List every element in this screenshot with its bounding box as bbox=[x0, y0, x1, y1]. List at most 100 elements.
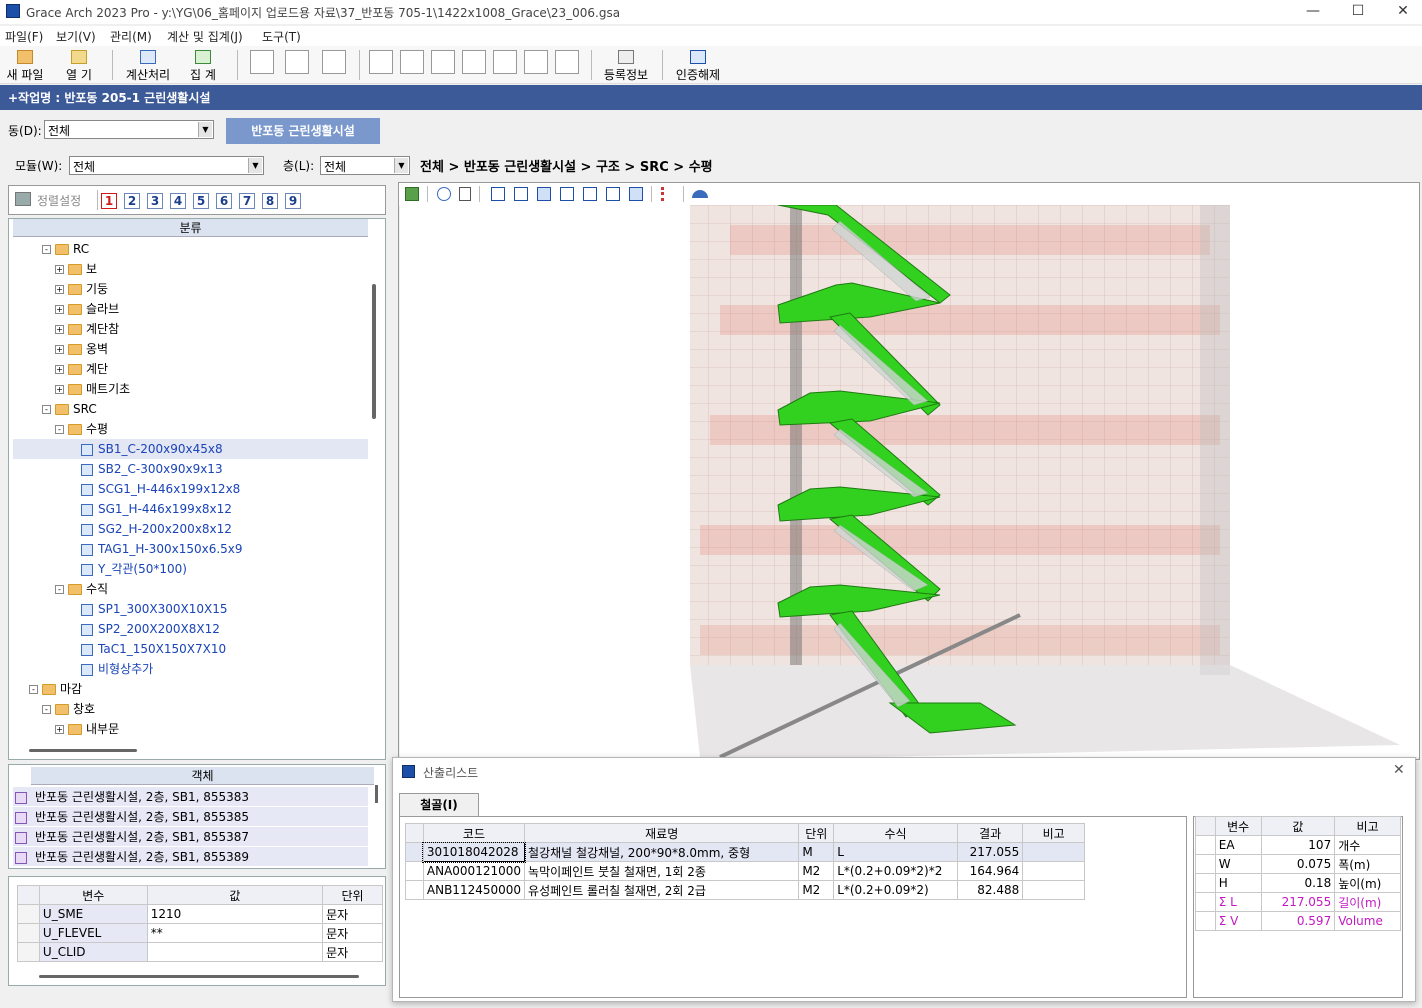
calc-button[interactable]: 계산처리 bbox=[122, 48, 174, 82]
object-row[interactable]: 반포동 근린생활시설, 2층, SB1, 855385 bbox=[13, 807, 368, 827]
rotate-icon[interactable] bbox=[437, 187, 451, 201]
calc-row[interactable]: ANB112450000 유성페인트 롤러칠 철재면, 2회 2급 M2 L*(0.2… bbox=[405, 880, 1085, 900]
expand-icon[interactable]: + bbox=[55, 345, 64, 354]
var-row[interactable]: H 0.18 높이(m) bbox=[1195, 873, 1401, 893]
tree-leaf-item[interactable]: SB1_C-200x90x45x8 bbox=[13, 439, 368, 459]
sort-tab-6[interactable]: 6 bbox=[216, 193, 232, 209]
sort-settings-button[interactable]: 정렬설정 bbox=[37, 192, 81, 209]
tree-folder-item[interactable]: - 마감 bbox=[13, 679, 368, 699]
tree-leaf-item[interactable]: TaC1_150X150X7X10 bbox=[13, 639, 368, 659]
expand-icon[interactable]: + bbox=[55, 365, 64, 374]
view-tool-6-icon[interactable] bbox=[555, 50, 579, 74]
view-cube-7-icon[interactable] bbox=[629, 187, 643, 201]
object-row[interactable]: 반포동 근린생활시설, 2층, SB1, 855389 bbox=[13, 847, 368, 867]
tree-folder-item[interactable]: - 수직 bbox=[13, 579, 368, 599]
tree-leaf-item[interactable]: Y_각관(50*100) bbox=[13, 559, 368, 579]
expand-icon[interactable]: + bbox=[55, 325, 64, 334]
tree-leaf-item[interactable]: SCG1_H-446x199x12x8 bbox=[13, 479, 368, 499]
view-tool-2-icon[interactable] bbox=[400, 50, 424, 74]
view-cube-6-icon[interactable] bbox=[606, 187, 620, 201]
close-button[interactable]: ✕ bbox=[1380, 0, 1422, 24]
properties-icon[interactable] bbox=[459, 187, 471, 201]
tree-leaf-item[interactable]: TAG1_H-300x150x6.5x9 bbox=[13, 539, 368, 559]
property-cell[interactable] bbox=[146, 942, 324, 962]
tree-folder-item[interactable]: + 계단참 bbox=[13, 319, 368, 339]
sum-button[interactable]: 집 계 bbox=[182, 48, 224, 82]
tree-folder-item[interactable]: - SRC bbox=[13, 399, 368, 419]
expand-icon[interactable]: + bbox=[55, 725, 64, 734]
menu-file[interactable]: 파일(F) bbox=[5, 28, 43, 45]
property-row[interactable]: U_FLEVEL ** 문자 bbox=[17, 923, 383, 943]
view-tool-5-icon[interactable] bbox=[524, 50, 548, 74]
expand-icon[interactable]: + bbox=[55, 285, 64, 294]
tree-leaf-item[interactable]: SG1_H-446x199x8x12 bbox=[13, 499, 368, 519]
object-scrollbar[interactable] bbox=[375, 785, 378, 803]
tree-leaf-item[interactable]: 비형상추가 bbox=[13, 659, 368, 679]
property-hscrollbar[interactable] bbox=[39, 975, 359, 978]
terrain-icon[interactable] bbox=[692, 190, 708, 198]
var-row[interactable]: Σ L 217.055 길이(m) bbox=[1195, 892, 1401, 912]
sort-tab-9[interactable]: 9 bbox=[285, 193, 301, 209]
register-button[interactable]: 등록정보 bbox=[600, 48, 652, 82]
collapse-icon[interactable]: - bbox=[29, 685, 38, 694]
unlock-button[interactable]: 인증해제 bbox=[672, 48, 724, 82]
view-tool-1-icon[interactable] bbox=[369, 50, 393, 74]
tree-folder-item[interactable]: + 계단 bbox=[13, 359, 368, 379]
var-row[interactable]: EA 107 개수 bbox=[1195, 835, 1401, 855]
tree-folder-item[interactable]: + 기둥 bbox=[13, 279, 368, 299]
property-cell[interactable]: 1210 bbox=[146, 904, 324, 924]
minimize-button[interactable]: — bbox=[1290, 0, 1336, 24]
tree-leaf-item[interactable]: SG2_H-200x200x8x12 bbox=[13, 519, 368, 539]
3d-viewport[interactable] bbox=[400, 205, 1420, 757]
property-row[interactable]: U_SME 1210 문자 bbox=[17, 904, 383, 924]
sort-tab-2[interactable]: 2 bbox=[124, 193, 140, 209]
view-cube-3-icon[interactable] bbox=[537, 187, 551, 201]
print-preview-icon[interactable] bbox=[322, 50, 346, 74]
tab-steel[interactable]: 철골(I) bbox=[399, 793, 479, 817]
var-row[interactable]: W 0.075 폭(m) bbox=[1195, 854, 1401, 874]
object-row[interactable]: 반포동 근린생활시설, 2층, SB1, 855387 bbox=[13, 827, 368, 847]
tree-folder-item[interactable]: + 옹벽 bbox=[13, 339, 368, 359]
maximize-button[interactable]: ☐ bbox=[1335, 0, 1381, 24]
tree-folder-item[interactable]: + 보 bbox=[13, 259, 368, 279]
view-cube-2-icon[interactable] bbox=[514, 187, 528, 201]
module-combo[interactable]: 전체 ▼ bbox=[69, 156, 264, 175]
tree-leaf-item[interactable]: SB2_C-300x90x9x13 bbox=[13, 459, 368, 479]
sort-tab-3[interactable]: 3 bbox=[147, 193, 163, 209]
tree-scrollbar[interactable] bbox=[372, 284, 376, 419]
search-icon[interactable] bbox=[250, 50, 274, 74]
menu-tools[interactable]: 도구(T) bbox=[262, 28, 301, 45]
collapse-icon[interactable]: - bbox=[42, 405, 51, 414]
view-tool-3-icon[interactable] bbox=[431, 50, 455, 74]
layer-icon[interactable] bbox=[405, 187, 419, 201]
expand-icon[interactable]: + bbox=[55, 265, 64, 274]
sort-tab-1[interactable]: 1 bbox=[101, 193, 117, 209]
sort-tab-4[interactable]: 4 bbox=[170, 193, 186, 209]
view-cube-5-icon[interactable] bbox=[583, 187, 597, 201]
tree-folder-item[interactable]: - RC bbox=[13, 239, 368, 259]
object-row[interactable]: 반포동 근린생활시설, 2층, SB1, 855383 bbox=[13, 787, 368, 807]
collapse-icon[interactable]: - bbox=[42, 705, 51, 714]
tree-folder-item[interactable]: - 수평 bbox=[13, 419, 368, 439]
open-button[interactable]: 열 기 bbox=[58, 48, 100, 82]
tree-folder-item[interactable]: - 창호 bbox=[13, 699, 368, 719]
menu-calc[interactable]: 계산 및 집계(J) bbox=[167, 28, 243, 45]
tree-folder-item[interactable]: + 매트기초 bbox=[13, 379, 368, 399]
expand-icon[interactable]: + bbox=[55, 385, 64, 394]
sort-tab-7[interactable]: 7 bbox=[239, 193, 255, 209]
expand-icon[interactable]: + bbox=[55, 305, 64, 314]
view-tool-4-icon[interactable] bbox=[462, 50, 486, 74]
sort-tab-8[interactable]: 8 bbox=[262, 193, 278, 209]
tab-dong-building[interactable]: 반포동 근린생활시설 bbox=[226, 118, 380, 144]
calc-row[interactable]: ANA000121000 녹막이페인트 붓칠 철재면, 1회 2종 M2 L*(0.2… bbox=[405, 861, 1085, 881]
dong-combo[interactable]: 전체 ▼ bbox=[44, 120, 214, 139]
dialog-close-button[interactable]: ✕ bbox=[1393, 762, 1405, 778]
collapse-icon[interactable]: - bbox=[55, 425, 64, 434]
menu-view[interactable]: 보기(V) bbox=[56, 28, 96, 45]
menu-manage[interactable]: 관리(M) bbox=[110, 28, 152, 45]
find-icon[interactable] bbox=[285, 50, 309, 74]
collapse-icon[interactable]: - bbox=[42, 245, 51, 254]
property-row[interactable]: U_CLID 문자 bbox=[17, 942, 383, 962]
list-icon[interactable] bbox=[661, 187, 675, 201]
tree-folder-item[interactable]: + 슬라브 bbox=[13, 299, 368, 319]
